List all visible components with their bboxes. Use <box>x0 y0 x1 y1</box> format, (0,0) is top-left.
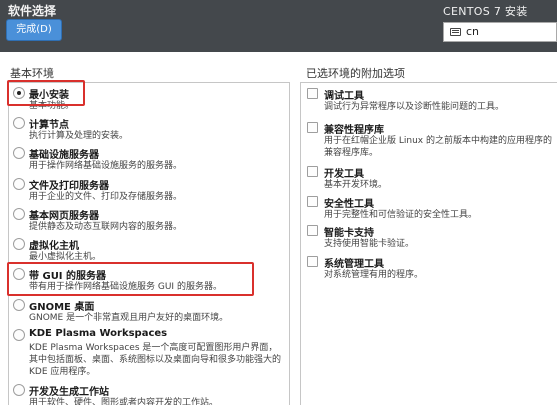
env-option-file-print-server[interactable]: 文件及打印服务器 用于企业的文件、打印及存储服务器。 <box>13 177 287 203</box>
env-name: 文件及打印服务器 <box>29 181 109 192</box>
addons-panel: 已选环境的附加选项 调试工具 调试行为异常程序以及诊断性能问题的工具。 兼容性程… <box>296 52 557 405</box>
base-environment-panel: 基本环境 最小安装 基本功能。 计算节点 执行计算及处理的安装。 基础设施服务器… <box>0 52 292 405</box>
checkbox[interactable] <box>307 88 318 99</box>
env-desc: 基本功能。 <box>29 101 75 111</box>
radio-button[interactable] <box>13 147 25 159</box>
page-title: 软件选择 <box>8 4 57 18</box>
env-option-minimal[interactable]: 最小安装 基本功能。 <box>13 86 287 112</box>
addons-label: 已选环境的附加选项 <box>306 67 405 80</box>
checkbox[interactable] <box>307 122 318 133</box>
env-option-server-with-gui[interactable]: 带 GUI 的服务器 带有用于操作网络基础设施服务 GUI 的服务器。 <box>13 267 287 293</box>
addon-desc: 支持使用智能卡验证。 <box>324 239 415 249</box>
env-desc: KDE Plasma Workspaces 是一个高度可配置图形用户界面，其中包… <box>29 343 282 377</box>
env-name: KDE Plasma Workspaces <box>29 328 168 339</box>
addon-name: 开发工具 <box>324 169 364 180</box>
keyboard-icon <box>450 28 461 36</box>
env-desc: 用于操作网络基础设施服务的服务器。 <box>29 161 183 171</box>
env-desc: 最小虚拟化主机。 <box>29 252 102 262</box>
addon-name: 兼容性程序库 <box>324 125 384 136</box>
os-title: CENTOS 7 安装 <box>443 5 528 18</box>
env-option-kde-plasma[interactable]: KDE Plasma Workspaces KDE Plasma Workspa… <box>13 328 287 380</box>
addon-name: 系统管理工具 <box>324 259 384 270</box>
radio-button[interactable] <box>13 238 25 250</box>
addons-list: 调试工具 调试行为异常程序以及诊断性能问题的工具。 兼容性程序库 用于在红帽企业… <box>300 82 557 405</box>
base-environment-list: 最小安装 基本功能。 计算节点 执行计算及处理的安装。 基础设施服务器 用于操作… <box>8 82 290 405</box>
env-desc: 用于企业的文件、打印及存储服务器。 <box>29 192 183 202</box>
env-option-basic-web-server[interactable]: 基本网页服务器 提供静态及动态互联网内容的服务器。 <box>13 207 287 233</box>
checkbox[interactable] <box>307 225 318 236</box>
env-desc: GNOME 是一个非常直观且用户友好的桌面环境。 <box>29 313 229 323</box>
radio-button[interactable] <box>13 178 25 190</box>
addon-desc: 对系统管理有用的程序。 <box>324 270 424 280</box>
env-name: 计算节点 <box>29 120 69 131</box>
checkbox[interactable] <box>307 256 318 267</box>
addon-name: 安全性工具 <box>324 199 374 210</box>
addon-dev-tools[interactable]: 开发工具 基本开发环境。 <box>307 165 557 191</box>
addon-name: 调试工具 <box>324 91 364 102</box>
env-name: 基本网页服务器 <box>29 211 99 222</box>
env-name: 基础设施服务器 <box>29 150 99 161</box>
checkbox[interactable] <box>307 166 318 177</box>
radio-button[interactable] <box>13 268 25 280</box>
radio-button[interactable] <box>13 329 25 341</box>
env-option-infrastructure-server[interactable]: 基础设施服务器 用于操作网络基础设施服务的服务器。 <box>13 146 287 172</box>
addon-desc: 基本开发环境。 <box>324 180 388 190</box>
env-option-virtualization-host[interactable]: 虚拟化主机 最小虚拟化主机。 <box>13 237 287 263</box>
addon-name: 智能卡支持 <box>324 228 374 239</box>
addon-desc: 调试行为异常程序以及诊断性能问题的工具。 <box>324 102 505 112</box>
radio-button[interactable] <box>13 208 25 220</box>
env-option-dev-workstation[interactable]: 开发及生成工作站 用于软件、硬件、图形或者内容开发的工作站。 <box>13 383 287 405</box>
addon-desc: 用于在红帽企业版 Linux 的之前版本中构建的应用程序的兼容程序库。 <box>324 136 552 158</box>
radio-button[interactable] <box>13 384 25 396</box>
env-desc: 提供静态及动态互联网内容的服务器。 <box>29 222 183 232</box>
checkbox[interactable] <box>307 196 318 207</box>
env-desc: 用于软件、硬件、图形或者内容开发的工作站。 <box>29 398 219 405</box>
addon-desc: 用于完整性和可信验证的安全性工具。 <box>324 210 478 220</box>
env-option-compute-node[interactable]: 计算节点 执行计算及处理的安装。 <box>13 116 287 142</box>
addon-security-tools[interactable]: 安全性工具 用于完整性和可信验证的安全性工具。 <box>307 195 557 221</box>
keyboard-layout-value: cn <box>466 25 480 38</box>
radio-button[interactable] <box>13 299 25 311</box>
addon-debug-tools[interactable]: 调试工具 调试行为异常程序以及诊断性能问题的工具。 <box>307 87 557 113</box>
top-bar: 软件选择 完成(D) CENTOS 7 安装 cn <box>0 0 557 52</box>
env-name: GNOME 桌面 <box>29 302 95 313</box>
radio-button[interactable] <box>13 117 25 129</box>
base-environment-label: 基本环境 <box>10 67 54 80</box>
keyboard-layout-indicator[interactable]: cn <box>443 22 557 42</box>
env-name: 带 GUI 的服务器 <box>29 271 107 282</box>
addon-compat-libraries[interactable]: 兼容性程序库 用于在红帽企业版 Linux 的之前版本中构建的应用程序的兼容程序… <box>307 121 557 159</box>
env-option-gnome-desktop[interactable]: GNOME 桌面 GNOME 是一个非常直观且用户友好的桌面环境。 <box>13 298 287 324</box>
done-button[interactable]: 完成(D) <box>6 19 62 41</box>
env-name: 开发及生成工作站 <box>29 387 109 398</box>
radio-button[interactable] <box>13 87 25 99</box>
env-name: 最小安装 <box>29 90 69 101</box>
env-desc: 带有用于操作网络基础设施服务 GUI 的服务器。 <box>29 282 222 292</box>
addon-smartcard-support[interactable]: 智能卡支持 支持使用智能卡验证。 <box>307 224 557 250</box>
env-name: 虚拟化主机 <box>29 241 79 252</box>
addon-system-admin-tools[interactable]: 系统管理工具 对系统管理有用的程序。 <box>307 255 557 281</box>
env-desc: 执行计算及处理的安装。 <box>29 131 129 141</box>
